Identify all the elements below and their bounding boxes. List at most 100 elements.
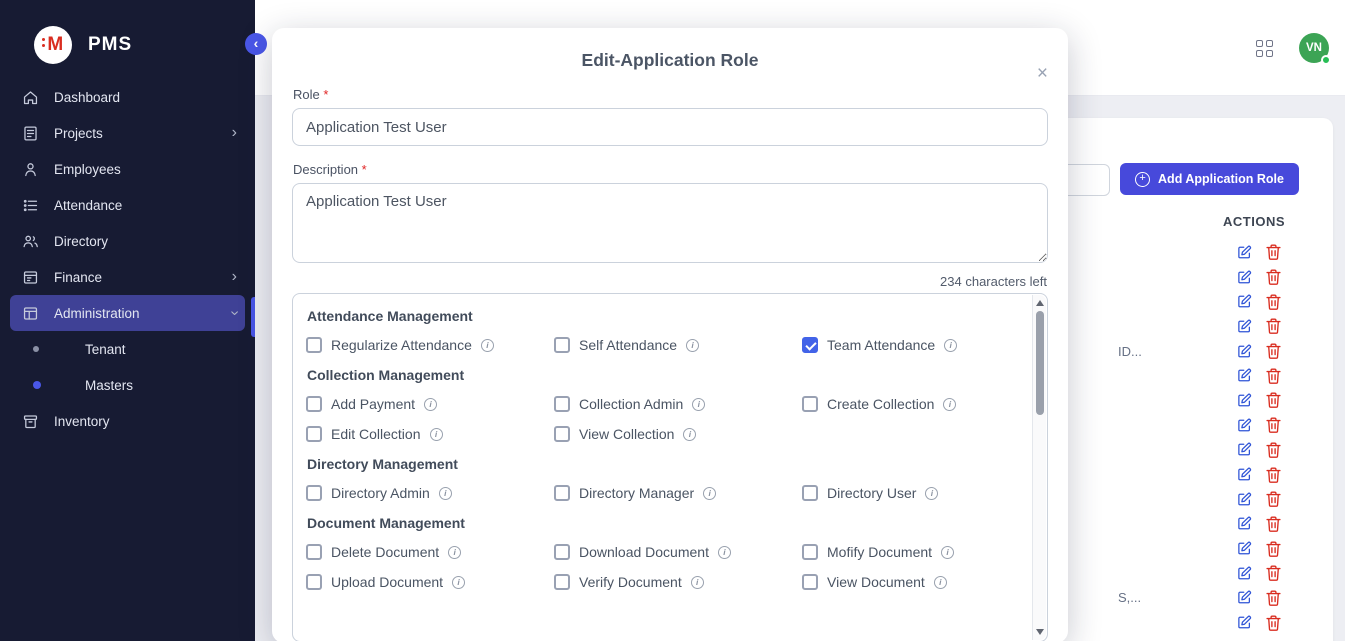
sidebar-item-dashboard[interactable]: Dashboard <box>10 79 245 115</box>
role-input[interactable] <box>292 108 1048 146</box>
edit-button[interactable] <box>1236 467 1252 483</box>
sidebar-item-attendance[interactable]: Attendance <box>10 187 245 223</box>
option-checkbox[interactable] <box>306 426 322 442</box>
edit-button[interactable] <box>1236 318 1252 334</box>
info-icon[interactable]: i <box>452 576 465 589</box>
edit-button[interactable] <box>1236 491 1252 507</box>
scrollbar-down-icon[interactable] <box>1036 629 1044 635</box>
option-checkbox[interactable] <box>554 544 570 560</box>
permission-option[interactable]: Create Collection i <box>802 396 1017 412</box>
delete-button[interactable] <box>1265 541 1281 557</box>
permission-option[interactable]: Team Attendance i <box>802 337 1017 353</box>
delete-button[interactable] <box>1265 467 1281 483</box>
option-checkbox[interactable] <box>554 574 570 590</box>
sidebar-item-finance[interactable]: Finance › <box>10 259 245 295</box>
info-icon[interactable]: i <box>424 398 437 411</box>
info-icon[interactable]: i <box>718 546 731 559</box>
permission-option[interactable]: Collection Admin i <box>554 396 802 412</box>
sidebar-subitem-tenant[interactable]: Tenant <box>0 331 255 367</box>
edit-button[interactable] <box>1236 590 1252 606</box>
info-icon[interactable]: i <box>934 576 947 589</box>
delete-button[interactable] <box>1265 269 1281 285</box>
close-icon[interactable]: × <box>1037 64 1048 83</box>
info-icon[interactable]: i <box>925 487 938 500</box>
permission-option[interactable]: Edit Collection i <box>306 426 554 442</box>
edit-button[interactable] <box>1236 343 1252 359</box>
delete-button[interactable] <box>1265 615 1281 631</box>
permission-option[interactable]: Delete Document i <box>306 544 554 560</box>
option-checkbox[interactable] <box>802 574 818 590</box>
delete-button[interactable] <box>1265 368 1281 384</box>
option-checkbox[interactable] <box>554 426 570 442</box>
option-checkbox[interactable] <box>554 485 570 501</box>
delete-button[interactable] <box>1265 392 1281 408</box>
avatar[interactable]: VN <box>1299 33 1329 63</box>
sidebar-item-inventory[interactable]: Inventory <box>10 403 245 439</box>
info-icon[interactable]: i <box>439 487 452 500</box>
info-icon[interactable]: i <box>481 339 494 352</box>
description-textarea[interactable] <box>292 183 1048 263</box>
option-checkbox[interactable] <box>306 396 322 412</box>
edit-button[interactable] <box>1236 392 1252 408</box>
option-checkbox[interactable] <box>306 544 322 560</box>
option-checkbox[interactable] <box>554 396 570 412</box>
delete-button[interactable] <box>1265 244 1281 260</box>
option-checkbox[interactable] <box>802 485 818 501</box>
delete-button[interactable] <box>1265 442 1281 458</box>
edit-button[interactable] <box>1236 417 1252 433</box>
permission-option[interactable]: Directory User i <box>802 485 1017 501</box>
permission-option[interactable]: View Document i <box>802 574 1017 590</box>
scrollbar[interactable] <box>1032 295 1046 640</box>
add-application-role-button[interactable]: + Add Application Role <box>1120 163 1299 195</box>
info-icon[interactable]: i <box>941 546 954 559</box>
option-checkbox[interactable] <box>554 337 570 353</box>
permission-option[interactable]: Self Attendance i <box>554 337 802 353</box>
info-icon[interactable]: i <box>703 487 716 500</box>
info-icon[interactable]: i <box>691 576 704 589</box>
delete-button[interactable] <box>1265 318 1281 334</box>
sidebar-item-projects[interactable]: Projects › <box>10 115 245 151</box>
info-icon[interactable]: i <box>686 339 699 352</box>
permission-option[interactable]: Regularize Attendance i <box>306 337 554 353</box>
edit-button[interactable] <box>1236 565 1252 581</box>
permission-option[interactable]: Mofify Document i <box>802 544 1017 560</box>
info-icon[interactable]: i <box>683 428 696 441</box>
permission-option[interactable]: Directory Admin i <box>306 485 554 501</box>
edit-button[interactable] <box>1236 294 1252 310</box>
scrollbar-thumb[interactable] <box>1036 311 1044 415</box>
apps-grid-icon[interactable] <box>1256 40 1273 57</box>
permission-option[interactable]: View Collection i <box>554 426 802 442</box>
edit-button[interactable] <box>1236 442 1252 458</box>
info-icon[interactable]: i <box>944 339 957 352</box>
option-checkbox[interactable] <box>306 337 322 353</box>
edit-button[interactable] <box>1236 541 1252 557</box>
edit-button[interactable] <box>1236 269 1252 285</box>
info-icon[interactable]: i <box>943 398 956 411</box>
permission-option[interactable]: Add Payment i <box>306 396 554 412</box>
scrollbar-up-icon[interactable] <box>1036 300 1044 306</box>
option-checkbox[interactable] <box>306 574 322 590</box>
delete-button[interactable] <box>1265 590 1281 606</box>
info-icon[interactable]: i <box>692 398 705 411</box>
edit-button[interactable] <box>1236 368 1252 384</box>
delete-button[interactable] <box>1265 343 1281 359</box>
permission-option[interactable]: Directory Manager i <box>554 485 802 501</box>
option-checkbox[interactable] <box>802 396 818 412</box>
permission-option[interactable]: Verify Document i <box>554 574 802 590</box>
option-checkbox[interactable] <box>306 485 322 501</box>
permission-option[interactable]: Upload Document i <box>306 574 554 590</box>
edit-button[interactable] <box>1236 615 1252 631</box>
delete-button[interactable] <box>1265 294 1281 310</box>
sidebar-collapse-button[interactable]: ‹ <box>245 33 267 55</box>
edit-button[interactable] <box>1236 516 1252 532</box>
sidebar-item-directory[interactable]: Directory <box>10 223 245 259</box>
sidebar-item-employees[interactable]: Employees <box>10 151 245 187</box>
delete-button[interactable] <box>1265 565 1281 581</box>
info-icon[interactable]: i <box>448 546 461 559</box>
sidebar-subitem-masters[interactable]: Masters <box>0 367 255 403</box>
delete-button[interactable] <box>1265 491 1281 507</box>
option-checkbox[interactable] <box>802 337 818 353</box>
option-checkbox[interactable] <box>802 544 818 560</box>
delete-button[interactable] <box>1265 516 1281 532</box>
edit-button[interactable] <box>1236 244 1252 260</box>
